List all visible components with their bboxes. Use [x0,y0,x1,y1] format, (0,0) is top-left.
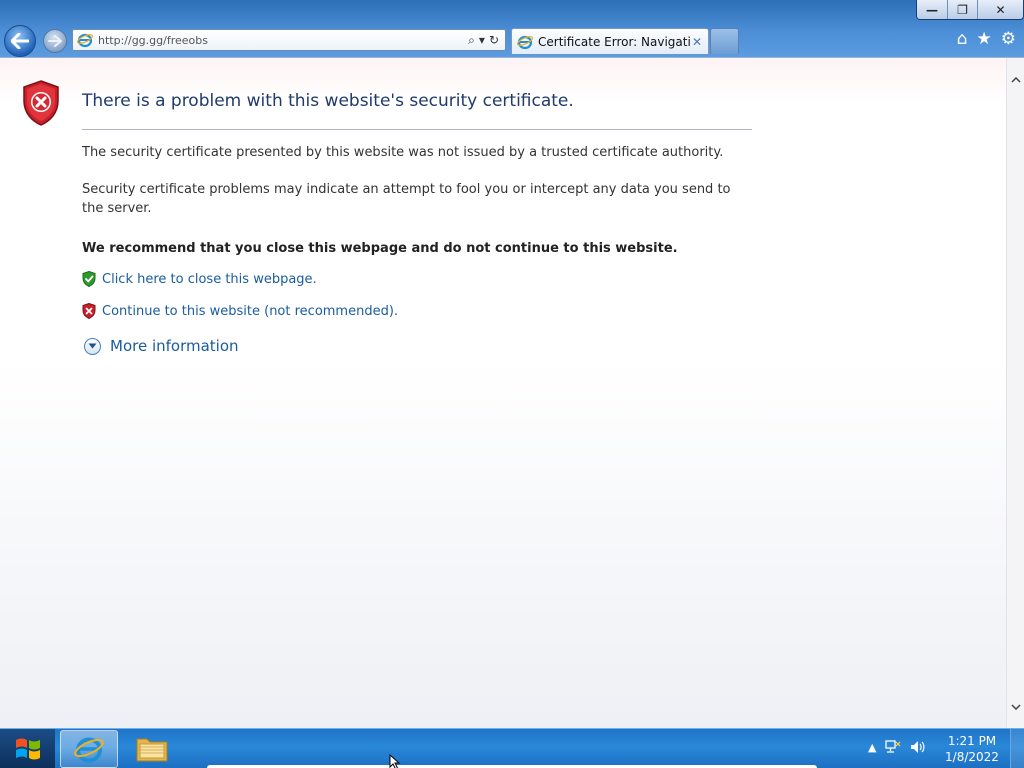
clock-date: 1/8/2022 [945,750,999,764]
back-arrow-icon [11,33,29,49]
back-button[interactable] [4,25,36,57]
tab-close-icon[interactable]: ✕ [690,35,704,49]
taskbar-internet-explorer[interactable] [60,730,118,768]
tray-expand-icon[interactable]: ▲ [868,741,876,754]
red-shield-icon [82,303,96,319]
forward-button[interactable] [43,29,67,53]
forward-arrow-icon [48,35,62,47]
taskbar-file-explorer[interactable] [123,730,181,768]
close-window-button[interactable]: ✕ [977,0,1023,19]
more-information-toggle[interactable]: More information [84,337,239,355]
tab-certificate-error[interactable]: Certificate Error: Navigation... ✕ [511,28,709,54]
continue-website-link[interactable]: Continue to this website (not recommende… [102,304,398,319]
refresh-icon[interactable]: ↻ [489,33,499,47]
heading-divider [82,129,752,130]
certificate-message: The security certificate presented by th… [82,145,724,160]
home-icon[interactable]: ⌂ [957,30,968,48]
volume-icon[interactable] [910,739,926,755]
system-clock[interactable]: 1:21 PM 1/8/2022 [940,733,1004,765]
start-button[interactable] [0,729,55,768]
clock-time: 1:21 PM [947,734,997,748]
tools-gear-icon[interactable]: ⚙ [1001,30,1016,48]
address-url[interactable]: http://gg.gg/freeobs [98,34,468,47]
green-shield-icon [82,271,96,287]
favorites-star-icon[interactable]: ★ [977,30,992,48]
chevron-down-icon [84,337,101,355]
scroll-down-icon[interactable] [1007,699,1024,715]
tab-title: Certificate Error: Navigation... [538,34,690,49]
show-desktop-button[interactable] [1010,729,1024,768]
vertical-scrollbar[interactable] [1006,58,1024,729]
new-tab-button[interactable] [710,28,739,54]
search-icon[interactable]: ⌕ [468,33,475,48]
internet-explorer-icon [74,737,104,763]
window-controls: — ❐ ✕ [916,0,1024,20]
address-bar[interactable]: http://gg.gg/freeobs ⌕ ▾ ↻ [72,29,506,51]
continue-website-row: Continue to this website (not recommende… [82,303,398,319]
security-warning-message: Security certificate problems may indica… [82,182,731,216]
mouse-cursor-icon [389,754,401,768]
recommendation-text: We recommend that you close this webpage… [82,241,678,256]
taskbar: ▲ 1:21 PM 1/8/2022 [0,728,1024,768]
restore-button[interactable]: ❐ [947,0,977,19]
more-information-label: More information [110,337,239,355]
page-content: There is a problem with this website's s… [0,57,1024,729]
page-title: There is a problem with this website's s… [82,91,574,111]
network-icon[interactable] [885,739,901,755]
browser-frame: — ❐ ✕ http://gg.gg/freeobs ⌕ ▾ ↻ Certifi… [0,0,1024,57]
scroll-up-icon[interactable] [1007,72,1024,88]
ie-page-icon [77,33,93,48]
system-tray: ▲ [868,739,926,755]
windows-logo-icon [15,738,40,760]
folder-icon [136,738,168,762]
ie-tab-icon [517,35,533,49]
close-webpage-link[interactable]: Click here to close this webpage. [102,272,317,287]
error-shield-icon [23,80,59,126]
minimize-button[interactable]: — [917,0,947,19]
address-dropdown-icon[interactable]: ▾ [479,33,485,47]
close-webpage-row: Click here to close this webpage. [82,271,317,287]
